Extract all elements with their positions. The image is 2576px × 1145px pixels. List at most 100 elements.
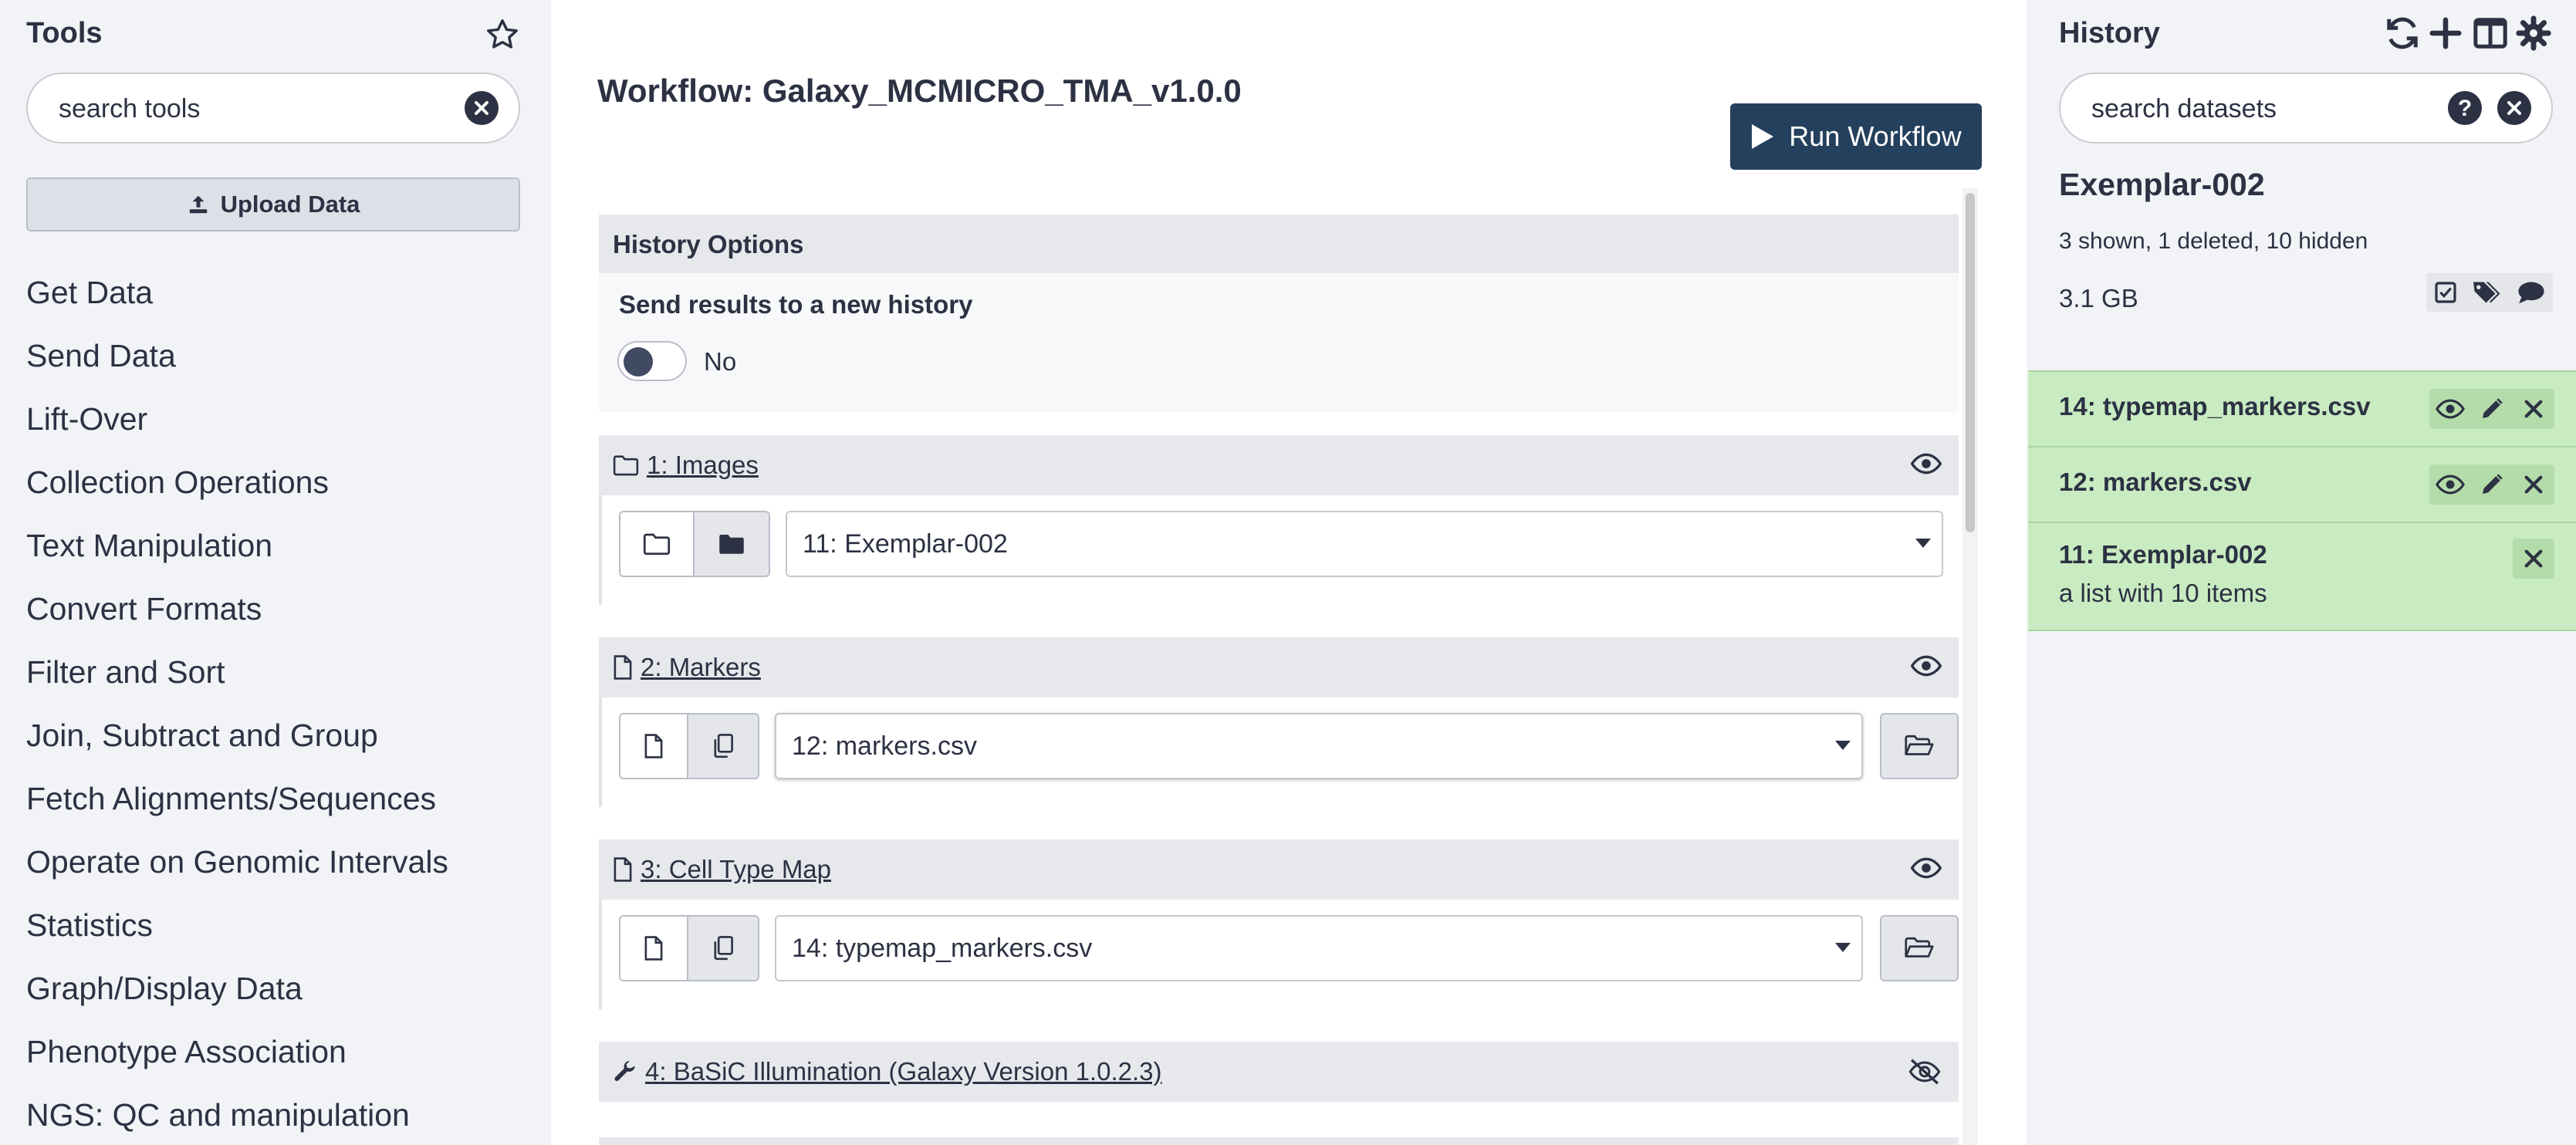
step-1-header: 1: Images [599, 435, 1959, 495]
tool-section-convert-formats[interactable]: Convert Formats [26, 591, 262, 627]
dataset-title[interactable]: 14: typemap_markers.csv [2059, 392, 2371, 421]
gear-icon[interactable] [2516, 15, 2551, 51]
tool-section-statistics[interactable]: Statistics [26, 907, 153, 944]
step-2-link[interactable]: 2: Markers [641, 653, 761, 682]
folder-icon [613, 454, 639, 477]
tool-search-placeholder: search tools [59, 94, 201, 123]
tool-section-collection-operations[interactable]: Collection Operations [26, 464, 329, 501]
file-icon [613, 655, 633, 680]
tool-section-genomic-intervals[interactable]: Operate on Genomic Intervals [26, 844, 448, 880]
dataset-title[interactable]: 12: markers.csv [2059, 468, 2252, 497]
tool-section-text-manipulation[interactable]: Text Manipulation [26, 528, 272, 564]
clear-search-icon[interactable] [2497, 91, 2531, 125]
svg-text:?: ? [2458, 96, 2472, 121]
upload-data-button[interactable]: Upload Data [26, 177, 520, 231]
pencil-icon[interactable] [2471, 397, 2513, 421]
wrench-icon [613, 1059, 637, 1084]
step-3-link[interactable]: 3: Cell Type Map [641, 855, 831, 884]
history-size: 3.1 GB [2059, 284, 2138, 312]
send-to-new-history-label: Send results to a new history [619, 290, 973, 319]
pencil-icon[interactable] [2471, 472, 2513, 497]
dataset-item-12[interactable]: 12: markers.csv [2028, 446, 2576, 522]
dataset-item-14[interactable]: 14: typemap_markers.csv [2028, 370, 2576, 446]
clear-search-icon[interactable] [465, 91, 499, 125]
chevron-down-icon [1835, 943, 1851, 952]
columns-icon[interactable] [2473, 15, 2508, 51]
tool-panel-title: Tools [26, 17, 103, 49]
tool-section-get-data[interactable]: Get Data [26, 275, 153, 311]
step-1-input-type-group [619, 511, 770, 577]
tags-icon[interactable] [2471, 279, 2503, 306]
step-1-border [599, 495, 602, 605]
delete-x-icon[interactable] [2513, 548, 2554, 569]
delete-x-icon[interactable] [2513, 474, 2554, 495]
tool-search-input[interactable]: search tools [26, 73, 520, 144]
file-icon [613, 857, 633, 882]
eye-icon[interactable] [2429, 398, 2471, 420]
refresh-icon[interactable] [2385, 15, 2420, 51]
eye-slash-icon[interactable] [1908, 1059, 1942, 1085]
dataset-item-11[interactable]: 11: Exemplar-002 a list with 10 items [2028, 522, 2576, 631]
tool-section-graph-display[interactable]: Graph/Display Data [26, 971, 303, 1007]
new-history-plus-icon[interactable] [2428, 15, 2463, 51]
tool-section-send-data[interactable]: Send Data [26, 338, 176, 374]
history-options-header: History Options [599, 214, 1959, 273]
select-checkbox-icon[interactable] [2433, 280, 2458, 305]
tool-section-lift-over[interactable]: Lift-Over [26, 401, 147, 437]
step-1-link[interactable]: 1: Images [647, 451, 759, 480]
tool-section-ngs-qc[interactable]: NGS: QC and manipulation [26, 1097, 410, 1133]
history-counts: 3 shown, 1 deleted, 10 hidden [2059, 228, 2368, 254]
step-4-header: 4: BaSiC Illumination (Galaxy Version 1.… [599, 1042, 1959, 1102]
multiple-files-icon[interactable] [688, 917, 758, 980]
step-2-header: 2: Markers [599, 637, 1959, 697]
delete-x-icon[interactable] [2513, 398, 2554, 420]
collection-title[interactable]: 11: Exemplar-002 [2059, 540, 2267, 569]
step-2-dataset-select[interactable]: 12: markers.csv [775, 713, 1863, 779]
history-panel-title: History [2059, 17, 2160, 49]
tool-section-fetch-alignments[interactable]: Fetch Alignments/Sequences [26, 781, 436, 817]
tool-section-filter-and-sort[interactable]: Filter and Sort [26, 654, 225, 691]
folder-open-icon [1904, 735, 1935, 758]
step-5-header-edge [599, 1137, 1959, 1145]
search-help-icon[interactable]: ? [2448, 91, 2482, 125]
tool-section-join-subtract-group[interactable]: Join, Subtract and Group [26, 718, 378, 754]
run-workflow-label: Run Workflow [1789, 120, 1962, 152]
tool-section-phenotype-association[interactable]: Phenotype Association [26, 1034, 347, 1070]
run-workflow-button[interactable]: Run Workflow [1730, 103, 1982, 170]
single-file-icon[interactable] [620, 917, 688, 980]
step-4-link[interactable]: 4: BaSiC Illumination (Galaxy Version 1.… [645, 1057, 1162, 1086]
dataset-actions [2513, 539, 2554, 579]
dataset-actions [2429, 464, 2554, 505]
step-3-selected-value: 14: typemap_markers.csv [792, 934, 1093, 963]
multiple-files-icon[interactable] [688, 714, 758, 778]
new-history-toggle[interactable] [617, 341, 687, 381]
eye-icon[interactable] [2429, 474, 2471, 495]
chevron-down-icon [1835, 741, 1851, 750]
workflow-title: Workflow: Galaxy_MCMICRO_TMA_v1.0.0 [597, 73, 1242, 109]
step-3-browse-button[interactable] [1880, 915, 1959, 981]
play-icon [1750, 123, 1775, 150]
step-2-border [599, 697, 602, 807]
folder-open-icon [1904, 937, 1935, 960]
step-3-input-type-group [619, 915, 759, 981]
eye-icon[interactable] [1911, 856, 1942, 880]
eye-icon[interactable] [1911, 654, 1942, 677]
chevron-down-icon [1915, 539, 1931, 548]
step-2-selected-value: 12: markers.csv [792, 731, 977, 761]
step-3-border [599, 900, 602, 1009]
single-file-icon[interactable] [620, 714, 688, 778]
step-2-browse-button[interactable] [1880, 713, 1959, 779]
single-dataset-folder-icon[interactable] [620, 512, 695, 576]
history-name[interactable]: Exemplar-002 [2059, 167, 2265, 203]
dataset-actions [2429, 389, 2554, 429]
eye-icon[interactable] [1911, 452, 1942, 475]
collection-folder-icon[interactable] [695, 512, 769, 576]
dataset-search-input[interactable]: search datasets ? [2059, 73, 2553, 144]
step-3-dataset-select[interactable]: 14: typemap_markers.csv [775, 915, 1863, 981]
favorites-star-icon[interactable] [485, 17, 520, 52]
annotation-comment-icon[interactable] [2517, 280, 2546, 305]
history-actions-group [2426, 273, 2553, 312]
step-1-dataset-select[interactable]: 11: Exemplar-002 [786, 511, 1943, 577]
scrollbar-thumb[interactable] [1966, 193, 1975, 532]
step-2-input-type-group [619, 713, 759, 779]
